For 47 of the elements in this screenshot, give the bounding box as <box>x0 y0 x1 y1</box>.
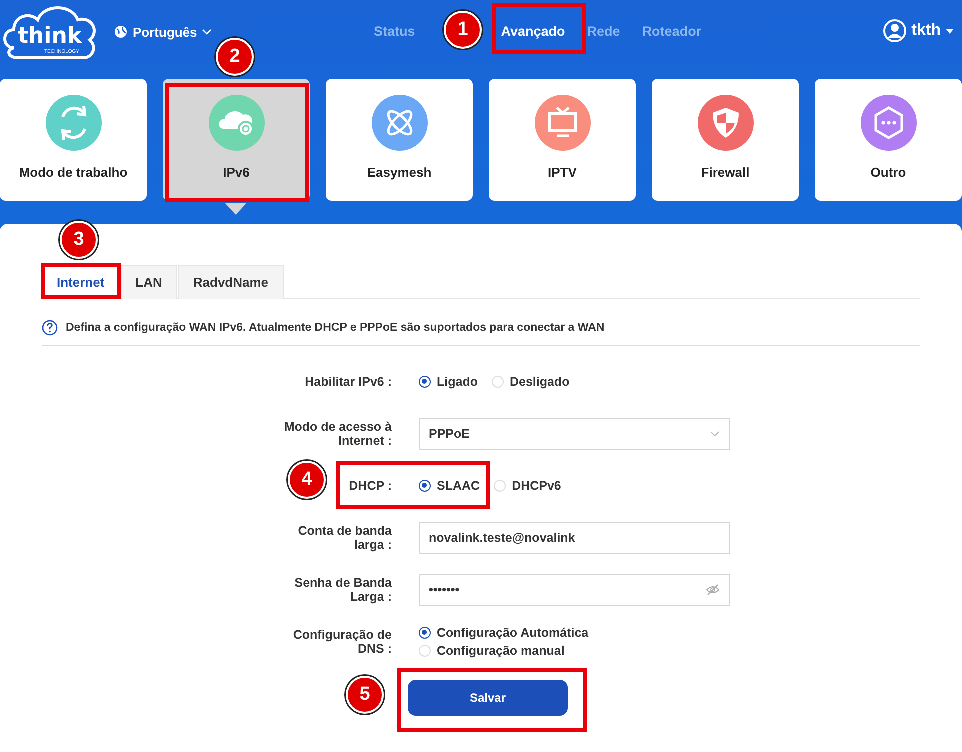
input-field[interactable]: novalink.teste@novalink <box>419 522 730 554</box>
radio-label[interactable]: Configuração manual <box>437 644 565 658</box>
feature-card[interactable]: Easymesh <box>326 79 473 201</box>
card-label: Modo de trabalho <box>19 165 128 180</box>
field-label: Habilitar IPv6 : <box>305 375 392 389</box>
feature-card[interactable]: Firewall <box>652 79 799 201</box>
tab[interactable]: LAN <box>120 265 178 299</box>
atom-icon <box>372 95 428 151</box>
card-label: IPv6 <box>223 165 250 180</box>
language-selector[interactable]: Português <box>133 24 198 40</box>
caret-icon[interactable] <box>946 28 954 34</box>
card-label: Outro <box>870 165 906 180</box>
user-avatar-icon[interactable] <box>882 19 907 43</box>
card-label: Firewall <box>701 165 750 180</box>
radio-button[interactable] <box>419 376 431 388</box>
field-label: Configuração de DNS : <box>292 628 392 656</box>
step-number-badge: 2 <box>216 38 254 76</box>
password-field[interactable]: ••••••• <box>419 574 730 606</box>
feature-card[interactable]: Outro <box>815 79 962 201</box>
info-text: Defina a configuração WAN IPv6. Atualmente DHCP e PPPoE são suportados para conectar a WAN <box>66 322 605 334</box>
radio-label[interactable]: SLAAC <box>437 479 480 493</box>
feature-card[interactable]: Modo de trabalho <box>0 79 147 201</box>
help-icon <box>42 320 58 336</box>
user-name[interactable]: tkth <box>912 22 941 40</box>
field-label: Conta de banda larga : <box>297 524 392 552</box>
radio-button[interactable] <box>419 627 431 639</box>
radio-label[interactable]: DHCPv6 <box>512 479 562 493</box>
radio-button[interactable] <box>419 480 431 492</box>
tv-icon <box>534 95 590 151</box>
select-field[interactable]: PPPoE <box>419 418 730 450</box>
step-number-badge: 3 <box>60 221 98 259</box>
nav-link[interactable]: Avançado <box>501 14 566 48</box>
radio-label[interactable]: Desligado <box>510 375 570 389</box>
tab[interactable]: RadvdName <box>178 265 284 299</box>
save-button[interactable]: Salvar <box>408 680 568 716</box>
card-label: IPTV <box>548 165 577 180</box>
radio-label[interactable]: Configuração Automática <box>437 626 589 640</box>
cloud-icon <box>208 95 264 151</box>
radio-label[interactable]: Ligado <box>437 375 478 389</box>
feature-card[interactable]: IPTV <box>489 79 636 201</box>
shield-icon <box>698 95 754 151</box>
refresh-icon <box>46 95 102 151</box>
card-label: Easymesh <box>367 165 432 180</box>
step-number-badge: 1 <box>444 11 482 49</box>
field-label: Modo de acesso à Internet : <box>283 420 392 448</box>
field-label: DHCP : <box>349 479 392 493</box>
field-label: Senha de Banda Larga : <box>294 576 392 604</box>
